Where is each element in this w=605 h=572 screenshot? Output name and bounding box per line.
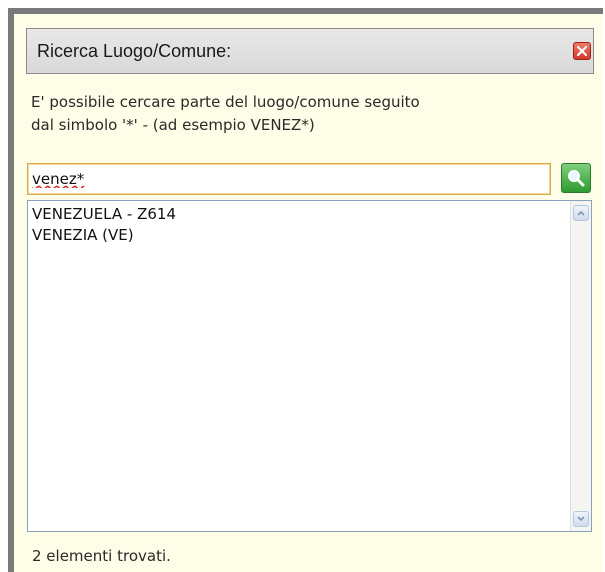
search-dialog: Ricerca Luogo/Comune: E' possibile cerca… bbox=[8, 8, 603, 572]
search-button[interactable] bbox=[561, 163, 591, 193]
results-listbox[interactable]: VENEZUELA - Z614 VENEZIA (VE) bbox=[27, 200, 592, 532]
hint-line-2: dal simbolo '*' - (ad esempio VENEZ*) bbox=[31, 116, 315, 134]
list-item[interactable]: VENEZUELA - Z614 bbox=[32, 204, 567, 225]
chevron-down-icon bbox=[577, 516, 585, 522]
results-list: VENEZUELA - Z614 VENEZIA (VE) bbox=[32, 204, 567, 246]
chevron-up-icon bbox=[577, 210, 585, 216]
scroll-down-button[interactable] bbox=[573, 511, 589, 527]
dialog-titlebar: Ricerca Luogo/Comune: bbox=[26, 28, 594, 74]
results-count-status: 2 elementi trovati. bbox=[32, 547, 171, 565]
close-icon bbox=[577, 46, 587, 56]
close-button[interactable] bbox=[573, 42, 591, 60]
magnifier-icon bbox=[568, 170, 585, 187]
hint-line-1: E' possibile cercare parte del luogo/com… bbox=[31, 93, 420, 111]
search-hint: E' possibile cercare parte del luogo/com… bbox=[31, 91, 571, 137]
dialog-title: Ricerca Luogo/Comune: bbox=[37, 41, 232, 61]
scroll-up-button[interactable] bbox=[573, 205, 589, 221]
results-scrollbar[interactable] bbox=[570, 201, 591, 531]
search-input[interactable] bbox=[27, 163, 551, 195]
list-item[interactable]: VENEZIA (VE) bbox=[32, 225, 567, 246]
